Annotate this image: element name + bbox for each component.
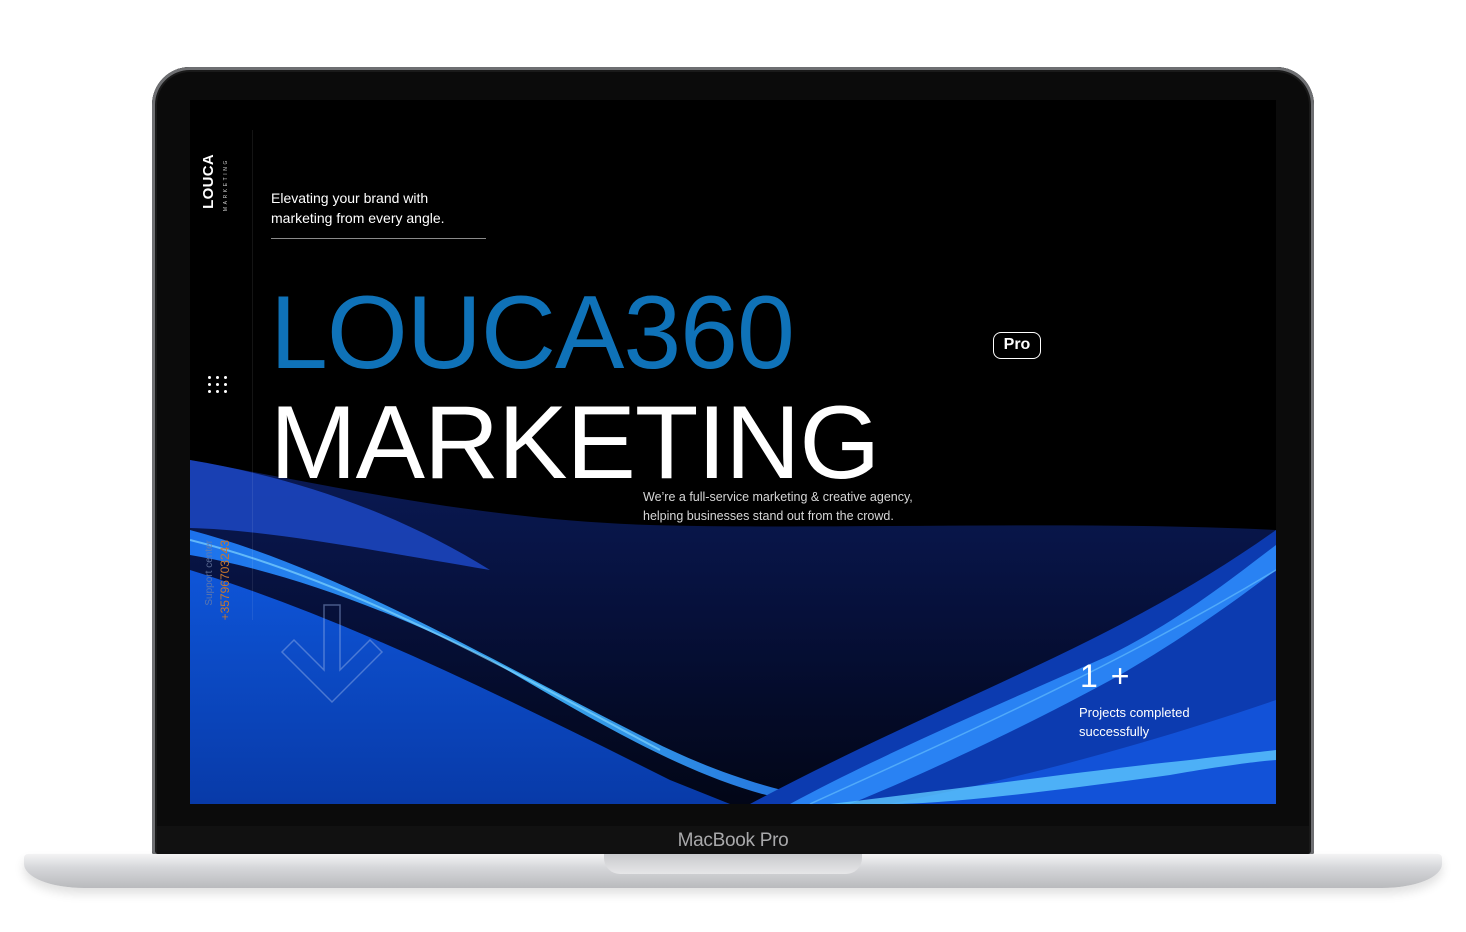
brand-logo[interactable]: LOUCA MARKETING (200, 154, 236, 234)
stat-label: Projects completed successfully (1079, 703, 1209, 741)
agency-description: We’re a full-service marketing & creativ… (643, 488, 943, 526)
pro-badge[interactable]: Pro (993, 332, 1041, 359)
tagline-divider (271, 238, 486, 239)
support-phone[interactable]: +35796703243 (218, 540, 232, 620)
tagline-line-2: marketing from every angle. (271, 210, 445, 226)
stat-value: 1 + (1080, 658, 1132, 694)
hero-title-brand: LOUCA360 (270, 275, 795, 391)
laptop-notch (604, 854, 862, 874)
logo-name: LOUCA (200, 154, 217, 209)
laptop-chin: MacBook Pro (157, 826, 1309, 856)
sidebar-divider (252, 130, 253, 620)
logo-subtitle: MARKETING (223, 158, 229, 212)
stat-label-line-2: successfully (1079, 724, 1150, 739)
agency-description-line-1: We’re a full-service marketing & creativ… (643, 490, 913, 504)
tagline: Elevating your brand with marketing from… (271, 188, 491, 228)
tagline-line-1: Elevating your brand with (271, 190, 429, 206)
website-screen: LOUCA MARKETING Elevating your brand wit… (190, 100, 1276, 804)
agency-description-line-2: helping businesses stand out from the cr… (643, 509, 894, 523)
support-center[interactable]: Support center +35796703243 (200, 540, 236, 640)
stat-label-line-1: Projects completed (1079, 705, 1190, 720)
hero-title-marketing: MARKETING (270, 385, 880, 501)
grid-dots-icon[interactable] (208, 376, 228, 394)
arrow-down-icon[interactable] (272, 600, 392, 720)
support-label: Support center (204, 540, 215, 606)
device-model-label: MacBook Pro (677, 830, 789, 851)
